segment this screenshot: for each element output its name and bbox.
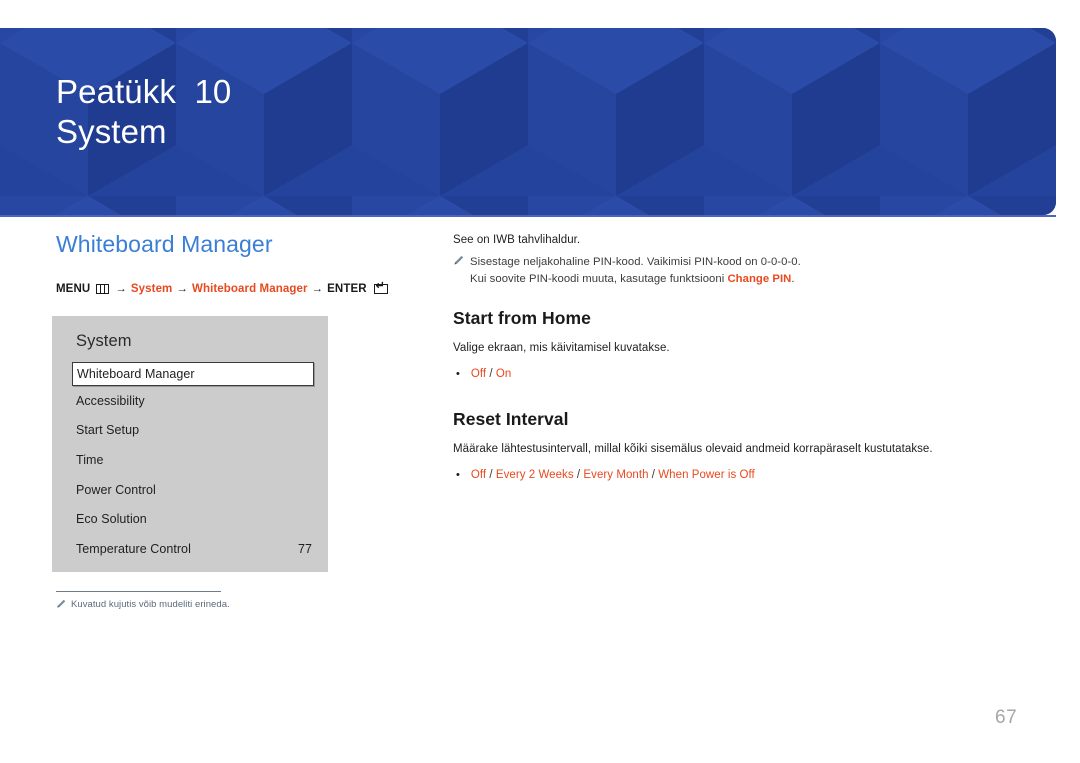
- intro-text: See on IWB tahvlihaldur.: [453, 234, 581, 246]
- chapter-number-label: Peatükk 10: [56, 73, 232, 110]
- osd-item-whiteboard-manager[interactable]: Whiteboard Manager: [72, 362, 314, 386]
- pencil-icon: [56, 599, 66, 609]
- breadcrumb-menu-label: MENU: [56, 283, 91, 295]
- pin-note-line-2-pre: Kui soovite PIN-koodi muuta, kasutage fu…: [470, 272, 728, 285]
- osd-item-power-control[interactable]: Power Control: [52, 475, 328, 505]
- osd-item-label: Accessibility: [76, 393, 145, 408]
- breadcrumb-item-whiteboard-manager[interactable]: Whiteboard Manager: [192, 282, 308, 296]
- option-values: Off / Every 2 Weeks / Every Month / When…: [471, 467, 755, 483]
- option-list-reset-interval: • Off / Every 2 Weeks / Every Month / Wh…: [453, 467, 1013, 483]
- option-separator: /: [489, 469, 493, 481]
- section-heading-reset-interval: Reset Interval: [453, 409, 569, 429]
- section-description-reset-interval: Määrake lähtestusintervall, millal kõiki…: [453, 443, 933, 455]
- section-heading-start-from-home: Start from Home: [453, 308, 591, 328]
- footnote-divider: [56, 591, 221, 592]
- option-on[interactable]: On: [496, 368, 511, 380]
- footnote: Kuvatud kujutis võib mudeliti erineda.: [56, 598, 230, 611]
- right-column: See on IWB tahvlihaldur. Sisestage nelja…: [453, 232, 1013, 509]
- pin-note-body: Sisestage neljakohaline PIN-kood. Vaikim…: [470, 254, 801, 287]
- chapter-header-banner: Peatükk 10 System: [0, 28, 1056, 215]
- osd-panel-title: System: [76, 332, 132, 350]
- chapter-heading: Peatükk 10 System: [56, 72, 231, 152]
- option-separator: /: [651, 469, 656, 481]
- breadcrumb-arrow-2: →: [176, 283, 188, 295]
- osd-item-value: 77: [297, 541, 312, 556]
- option-when-power-is-off[interactable]: When Power is Off: [658, 469, 755, 481]
- osd-item-eco-solution[interactable]: Eco Solution: [52, 504, 328, 534]
- breadcrumb-arrow-3: →: [311, 283, 324, 295]
- option-separator: /: [576, 469, 581, 481]
- option-off[interactable]: Off: [471, 469, 486, 481]
- osd-item-start-setup[interactable]: Start Setup: [52, 416, 328, 446]
- pencil-icon: [453, 255, 464, 265]
- option-list-start-from-home: • Off / On: [453, 366, 1013, 382]
- bullet-icon: •: [456, 368, 460, 380]
- footnote-text: Kuvatud kujutis võib mudeliti erineda.: [71, 599, 230, 610]
- osd-item-temperature-control[interactable]: Temperature Control 77: [52, 534, 328, 564]
- chapter-name-label: System: [56, 113, 167, 150]
- pin-note: Sisestage neljakohaline PIN-kood. Vaikim…: [453, 254, 1013, 287]
- osd-item-label: Temperature Control: [76, 541, 191, 556]
- osd-menu-list: Whiteboard Manager Accessibility Start S…: [52, 362, 328, 564]
- option-every-2-weeks[interactable]: Every 2 Weeks: [496, 469, 574, 481]
- header-underline-rule: [0, 215, 1056, 217]
- breadcrumb-arrow-1: →: [115, 283, 127, 295]
- osd-item-time[interactable]: Time: [52, 445, 328, 475]
- menu-grid-icon: [96, 284, 110, 294]
- breadcrumb-item-system[interactable]: System: [131, 282, 173, 296]
- osd-item-label: Time: [76, 452, 104, 467]
- pin-note-line-1: Sisestage neljakohaline PIN-kood. Vaikim…: [470, 256, 801, 268]
- osd-menu-panel: System Whiteboard Manager Accessibility …: [52, 316, 328, 572]
- breadcrumb-enter-label: ENTER: [327, 283, 367, 295]
- osd-item-label: Start Setup: [76, 423, 140, 438]
- page-number: 67: [995, 707, 1018, 728]
- option-values: Off / On: [471, 366, 511, 382]
- section-description-start-from-home: Valige ekraan, mis käivitamisel kuvataks…: [453, 342, 670, 354]
- left-column: Whiteboard Manager MENU → System → White…: [56, 230, 436, 296]
- option-separator: /: [489, 368, 493, 380]
- pin-note-line-2-post: .: [791, 272, 795, 285]
- osd-item-accessibility[interactable]: Accessibility: [52, 386, 328, 416]
- osd-item-label: Whiteboard Manager: [77, 367, 195, 381]
- change-pin-link[interactable]: Change PIN: [727, 273, 791, 285]
- osd-item-label: Eco Solution: [76, 512, 147, 527]
- option-off[interactable]: Off: [471, 368, 486, 380]
- breadcrumb: MENU → System → Whiteboard Manager → ENT…: [56, 281, 436, 296]
- bullet-icon: •: [456, 469, 460, 481]
- enter-key-icon: [373, 281, 388, 294]
- option-every-month[interactable]: Every Month: [583, 469, 648, 481]
- page-title: Whiteboard Manager: [56, 231, 273, 257]
- osd-item-label: Power Control: [76, 482, 156, 497]
